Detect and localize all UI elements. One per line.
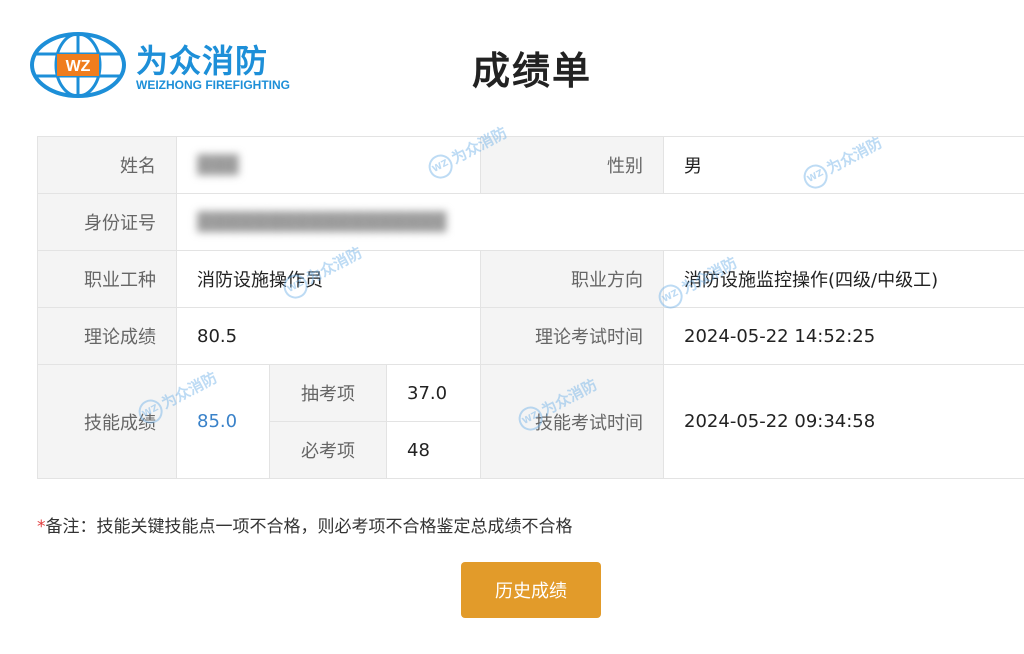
name-value: ▓▓▓ [175,136,482,194]
theory-score-value: 80.5 [175,307,482,365]
history-scores-button[interactable]: 历史成绩 [461,562,601,618]
direction-label: 职业方向 [480,250,665,308]
table-row: 理论成绩 80.5 理论考试时间 2024-05-22 14:52:25 [37,307,1024,365]
table-row: 姓名 ▓▓▓ 性别 男 [37,136,1024,194]
table-row: 技能成绩 85.0 抽考项 37.0 技能考试时间 2024-05-22 09:… [37,364,1024,479]
table-row: 身份证号 ▓▓▓▓▓▓▓▓▓▓▓▓▓▓▓▓▓▓ [37,193,1024,251]
skill-score-label: 技能成绩 [37,364,177,479]
score-table: 姓名 ▓▓▓ 性别 男 身份证号 ▓▓▓▓▓▓▓▓▓▓▓▓▓▓▓▓▓▓ 职业工种… [37,136,1024,479]
page-title: 成绩单 [471,49,592,93]
gender-value: 男 [663,136,1024,194]
random-item-label: 抽考项 [269,364,387,422]
skill-time-label: 技能考试时间 [480,364,665,479]
id-label: 身份证号 [37,193,177,251]
name-label: 姓名 [37,136,177,194]
skill-score-value: 85.0 [176,364,270,479]
table-row: 职业工种 消防设施操作员 职业方向 消防设施监控操作(四级/中级工) [37,250,1024,308]
gender-label: 性别 [480,136,665,194]
occupation-label: 职业工种 [37,250,177,308]
required-item-label: 必考项 [269,421,387,479]
id-value: ▓▓▓▓▓▓▓▓▓▓▓▓▓▓▓▓▓▓ [175,193,1024,251]
theory-score-label: 理论成绩 [37,307,177,365]
skill-time-value: 2024-05-22 09:34:58 [663,364,1024,479]
required-item-value: 48 [385,421,482,479]
random-item-value: 37.0 [385,364,482,422]
theory-time-label: 理论考试时间 [480,307,665,365]
theory-time-value: 2024-05-22 14:52:25 [663,307,1024,365]
direction-value: 消防设施监控操作(四级/中级工) [663,250,1024,308]
remark-note: *备注：技能关键技能点一项不合格，则必考项不合格鉴定总成绩不合格 [37,512,573,537]
occupation-value: 消防设施操作员 [175,250,482,308]
required-star: * [37,517,46,537]
remark-text: 备注：技能关键技能点一项不合格，则必考项不合格鉴定总成绩不合格 [45,517,573,537]
